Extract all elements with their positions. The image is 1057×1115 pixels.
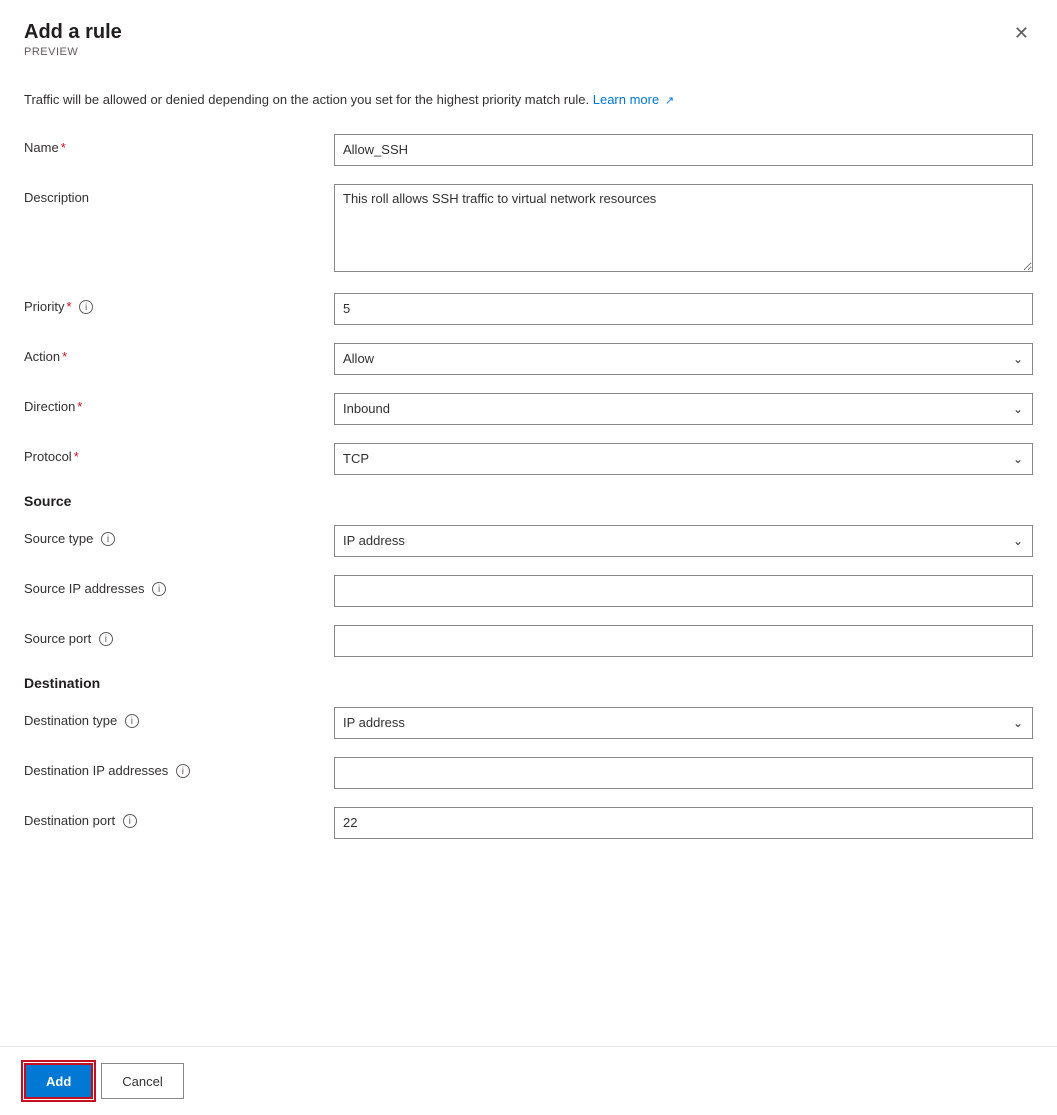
dialog-title-group: Add a rule PREVIEW <box>24 20 122 58</box>
priority-label: Priority* i <box>24 293 334 315</box>
protocol-control: Any TCP UDP ICMP ⌄ <box>334 443 1033 475</box>
source-port-control <box>334 625 1033 657</box>
dest-type-info-icon: i <box>125 714 139 728</box>
dest-type-row: Destination type i Any IP address Servic… <box>24 707 1033 739</box>
dialog-subtitle: PREVIEW <box>24 46 122 58</box>
direction-label: Direction* <box>24 393 334 414</box>
name-label: Name* <box>24 134 334 155</box>
source-type-label: Source type i <box>24 525 334 547</box>
description-row: Description This roll allows SSH traffic… <box>24 184 1033 275</box>
source-port-row: Source port i <box>24 625 1033 657</box>
description-textarea[interactable]: This roll allows SSH traffic to virtual … <box>334 184 1033 272</box>
source-type-select[interactable]: Any IP address Service Tag Application s… <box>334 525 1033 557</box>
direction-select-wrapper: Inbound Outbound ⌄ <box>334 393 1033 425</box>
external-link-icon: ↗ <box>665 95 674 107</box>
description-control: This roll allows SSH traffic to virtual … <box>334 184 1033 275</box>
action-select-wrapper: Allow Deny ⌄ <box>334 343 1033 375</box>
close-button[interactable]: ✕ <box>1010 20 1033 46</box>
protocol-label: Protocol* <box>24 443 334 464</box>
source-ip-row: Source IP addresses i <box>24 575 1033 607</box>
source-type-select-wrapper: Any IP address Service Tag Application s… <box>334 525 1033 557</box>
direction-row: Direction* Inbound Outbound ⌄ <box>24 393 1033 425</box>
cancel-button[interactable]: Cancel <box>101 1063 183 1099</box>
close-icon: ✕ <box>1014 24 1029 42</box>
dest-port-label: Destination port i <box>24 807 334 829</box>
source-ip-label: Source IP addresses i <box>24 575 334 597</box>
description-label: Description <box>24 184 334 205</box>
priority-row: Priority* i <box>24 293 1033 325</box>
action-control: Allow Deny ⌄ <box>334 343 1033 375</box>
direction-select[interactable]: Inbound Outbound <box>334 393 1033 425</box>
dest-type-control: Any IP address Service Tag Application s… <box>334 707 1033 739</box>
add-rule-dialog: Add a rule PREVIEW ✕ Traffic will be all… <box>0 0 1057 1115</box>
action-select[interactable]: Allow Deny <box>334 343 1033 375</box>
dest-type-select-wrapper: Any IP address Service Tag Application s… <box>334 707 1033 739</box>
add-button[interactable]: Add <box>24 1063 93 1099</box>
priority-input[interactable] <box>334 293 1033 325</box>
dest-port-row: Destination port i <box>24 807 1033 839</box>
action-label: Action* <box>24 343 334 364</box>
name-row: Name* <box>24 134 1033 166</box>
source-type-control: Any IP address Service Tag Application s… <box>334 525 1033 557</box>
dest-type-select[interactable]: Any IP address Service Tag Application s… <box>334 707 1033 739</box>
protocol-select[interactable]: Any TCP UDP ICMP <box>334 443 1033 475</box>
learn-more-link[interactable]: Learn more ↗ <box>593 92 674 107</box>
dest-port-control <box>334 807 1033 839</box>
action-row: Action* Allow Deny ⌄ <box>24 343 1033 375</box>
name-input[interactable] <box>334 134 1033 166</box>
dialog-body: Traffic will be allowed or denied depend… <box>0 74 1057 1030</box>
protocol-select-wrapper: Any TCP UDP ICMP ⌄ <box>334 443 1033 475</box>
dialog-footer: Add Cancel <box>0 1046 1057 1115</box>
priority-info-icon: i <box>79 300 93 314</box>
source-ip-info-icon: i <box>152 582 166 596</box>
name-control <box>334 134 1033 166</box>
source-port-info-icon: i <box>99 632 113 646</box>
priority-control <box>334 293 1033 325</box>
dest-type-label: Destination type i <box>24 707 334 729</box>
dest-ip-label: Destination IP addresses i <box>24 757 334 779</box>
source-ip-input[interactable] <box>334 575 1033 607</box>
dest-ip-info-icon: i <box>176 764 190 778</box>
dest-ip-row: Destination IP addresses i <box>24 757 1033 789</box>
source-type-info-icon: i <box>101 532 115 546</box>
source-port-label: Source port i <box>24 625 334 647</box>
dialog-title: Add a rule <box>24 20 122 44</box>
source-port-input[interactable] <box>334 625 1033 657</box>
dest-port-input[interactable] <box>334 807 1033 839</box>
destination-section-header: Destination <box>24 675 1033 691</box>
dest-ip-control <box>334 757 1033 789</box>
direction-control: Inbound Outbound ⌄ <box>334 393 1033 425</box>
protocol-row: Protocol* Any TCP UDP ICMP ⌄ <box>24 443 1033 475</box>
dest-port-info-icon: i <box>123 814 137 828</box>
source-section-header: Source <box>24 493 1033 509</box>
dest-ip-input[interactable] <box>334 757 1033 789</box>
dialog-header: Add a rule PREVIEW ✕ <box>0 0 1057 74</box>
source-ip-control <box>334 575 1033 607</box>
source-type-row: Source type i Any IP address Service Tag… <box>24 525 1033 557</box>
info-text: Traffic will be allowed or denied depend… <box>24 90 1033 110</box>
